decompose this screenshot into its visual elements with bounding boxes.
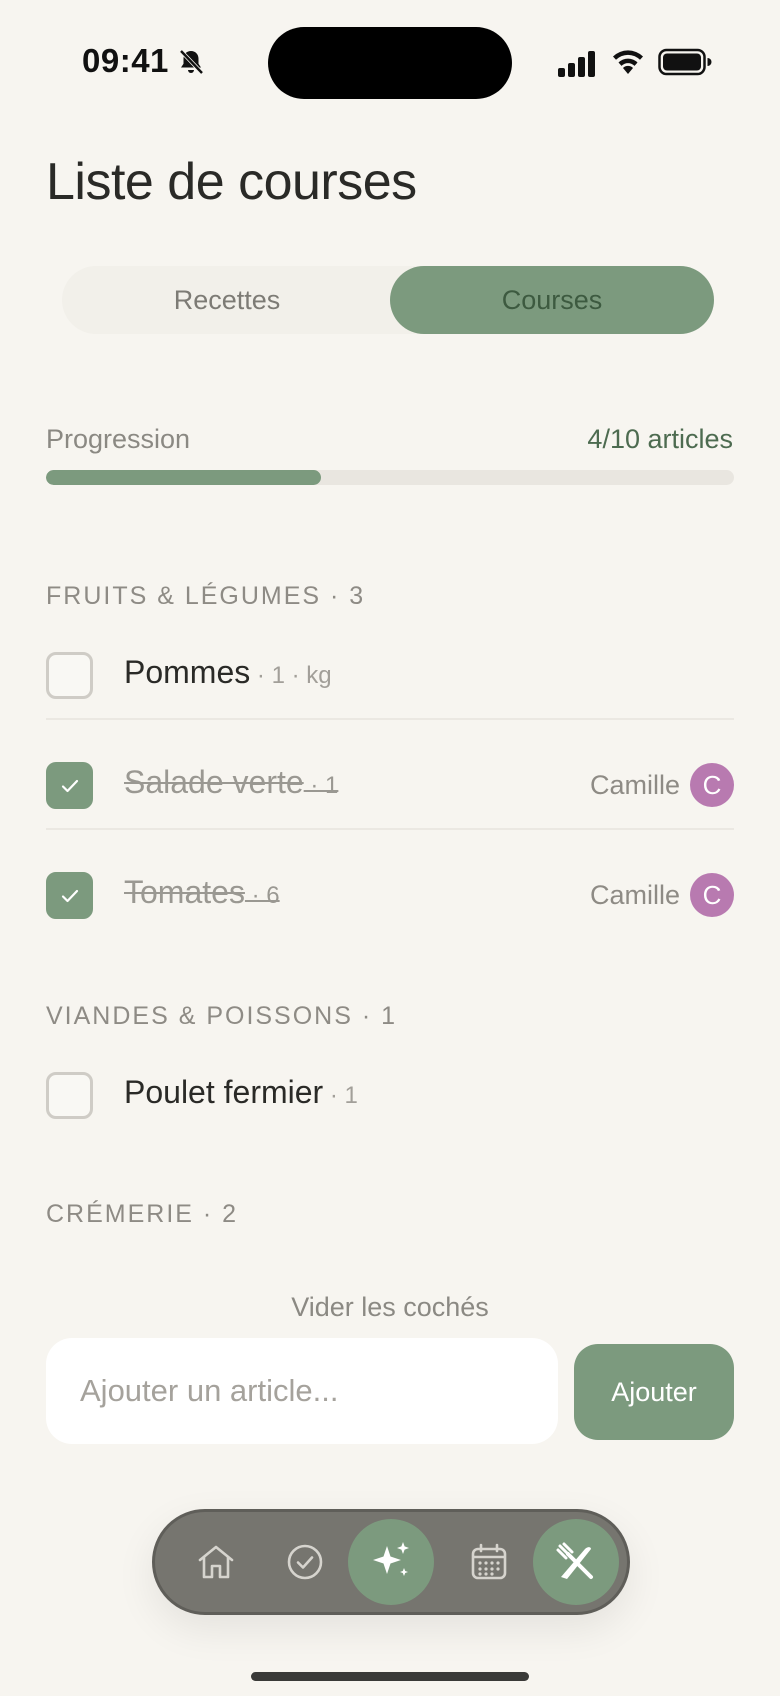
checked-by-name: Camille xyxy=(589,879,680,910)
tab-home[interactable] xyxy=(173,1512,259,1612)
add-button[interactable]: Ajouter xyxy=(574,1344,734,1440)
tab-recipes[interactable] xyxy=(533,1512,619,1612)
item-name: Pommes xyxy=(124,654,251,690)
item-name: Tomates xyxy=(124,874,245,910)
tab-ai[interactable] xyxy=(348,1512,434,1612)
category-header-viandes-poissons: VIANDES & POISSONS · 1 xyxy=(46,1002,398,1030)
progress-bar xyxy=(46,470,734,485)
item-text[interactable]: Tomates · 6 xyxy=(124,874,280,911)
progress-label: Progression xyxy=(46,424,191,454)
clear-checked-button[interactable]: Vider les cochés xyxy=(0,1292,780,1323)
item-checkbox[interactable] xyxy=(46,1072,93,1119)
avatar: C xyxy=(690,763,734,807)
status-time: 09:41 xyxy=(82,42,169,79)
item-checkbox[interactable] xyxy=(46,652,93,699)
item-meta: · 1 xyxy=(303,772,339,799)
home-icon xyxy=(198,1545,234,1579)
list-item: Tomates · 6 Camille C xyxy=(46,850,734,940)
item-name: Poulet fermier xyxy=(124,1074,324,1110)
battery-icon xyxy=(658,48,712,76)
tab-ai-bubble xyxy=(348,1519,434,1605)
tab-tasks[interactable] xyxy=(262,1512,348,1612)
item-meta: · 1 xyxy=(323,1082,358,1109)
item-text[interactable]: Poulet fermier · 1 xyxy=(124,1074,358,1111)
checkmark-icon xyxy=(61,889,79,903)
progress-bar-fill xyxy=(46,470,322,485)
calendar-icon xyxy=(471,1543,507,1580)
segmented-control: Recettes Courses xyxy=(62,266,714,334)
fork-knife-icon xyxy=(556,1542,593,1579)
screen: 09:41 Liste de courses Recettes Courses … xyxy=(0,0,780,1696)
cellular-signal-icon xyxy=(558,51,595,77)
item-meta: · 6 xyxy=(244,882,280,909)
home-indicator xyxy=(251,1672,529,1681)
tab-bar xyxy=(152,1509,630,1615)
avatar: C xyxy=(690,873,734,917)
item-checkbox[interactable] xyxy=(46,872,93,919)
dynamic-island xyxy=(268,27,512,99)
list-item: Poulet fermier · 1 xyxy=(46,1050,734,1140)
wifi-icon xyxy=(613,50,643,74)
checkmark-icon xyxy=(61,779,79,793)
item-meta: · 1 · kg xyxy=(250,662,332,689)
bell-slash-icon xyxy=(179,49,204,75)
item-name: Salade verte xyxy=(124,764,304,800)
category-header-cremerie: CRÉMERIE · 2 xyxy=(46,1200,239,1228)
add-item-input[interactable] xyxy=(46,1338,558,1444)
list-item: Salade verte · 1 Camille C xyxy=(46,740,734,830)
checked-by-name: Camille xyxy=(589,769,680,800)
tab-recettes[interactable]: Recettes xyxy=(62,266,392,334)
list-item: Pommes · 1 · kg xyxy=(46,630,734,720)
checked-by: Camille C xyxy=(590,762,734,808)
item-text[interactable]: Pommes · 1 · kg xyxy=(124,654,332,691)
category-header-fruits-legumes: FRUITS & LÉGUMES · 3 xyxy=(46,582,366,610)
page-title: Liste de courses xyxy=(46,153,417,211)
sparkles-icon xyxy=(373,1542,409,1576)
checked-by: Camille C xyxy=(590,872,734,918)
tab-courses[interactable]: Courses xyxy=(390,266,714,334)
progress-count: 4/10 articles xyxy=(587,424,733,454)
tab-recipes-bubble xyxy=(533,1519,619,1605)
tab-calendar[interactable] xyxy=(446,1512,532,1612)
item-text[interactable]: Salade verte · 1 xyxy=(124,764,338,801)
check-circle-icon xyxy=(287,1544,323,1580)
item-checkbox[interactable] xyxy=(46,762,93,809)
